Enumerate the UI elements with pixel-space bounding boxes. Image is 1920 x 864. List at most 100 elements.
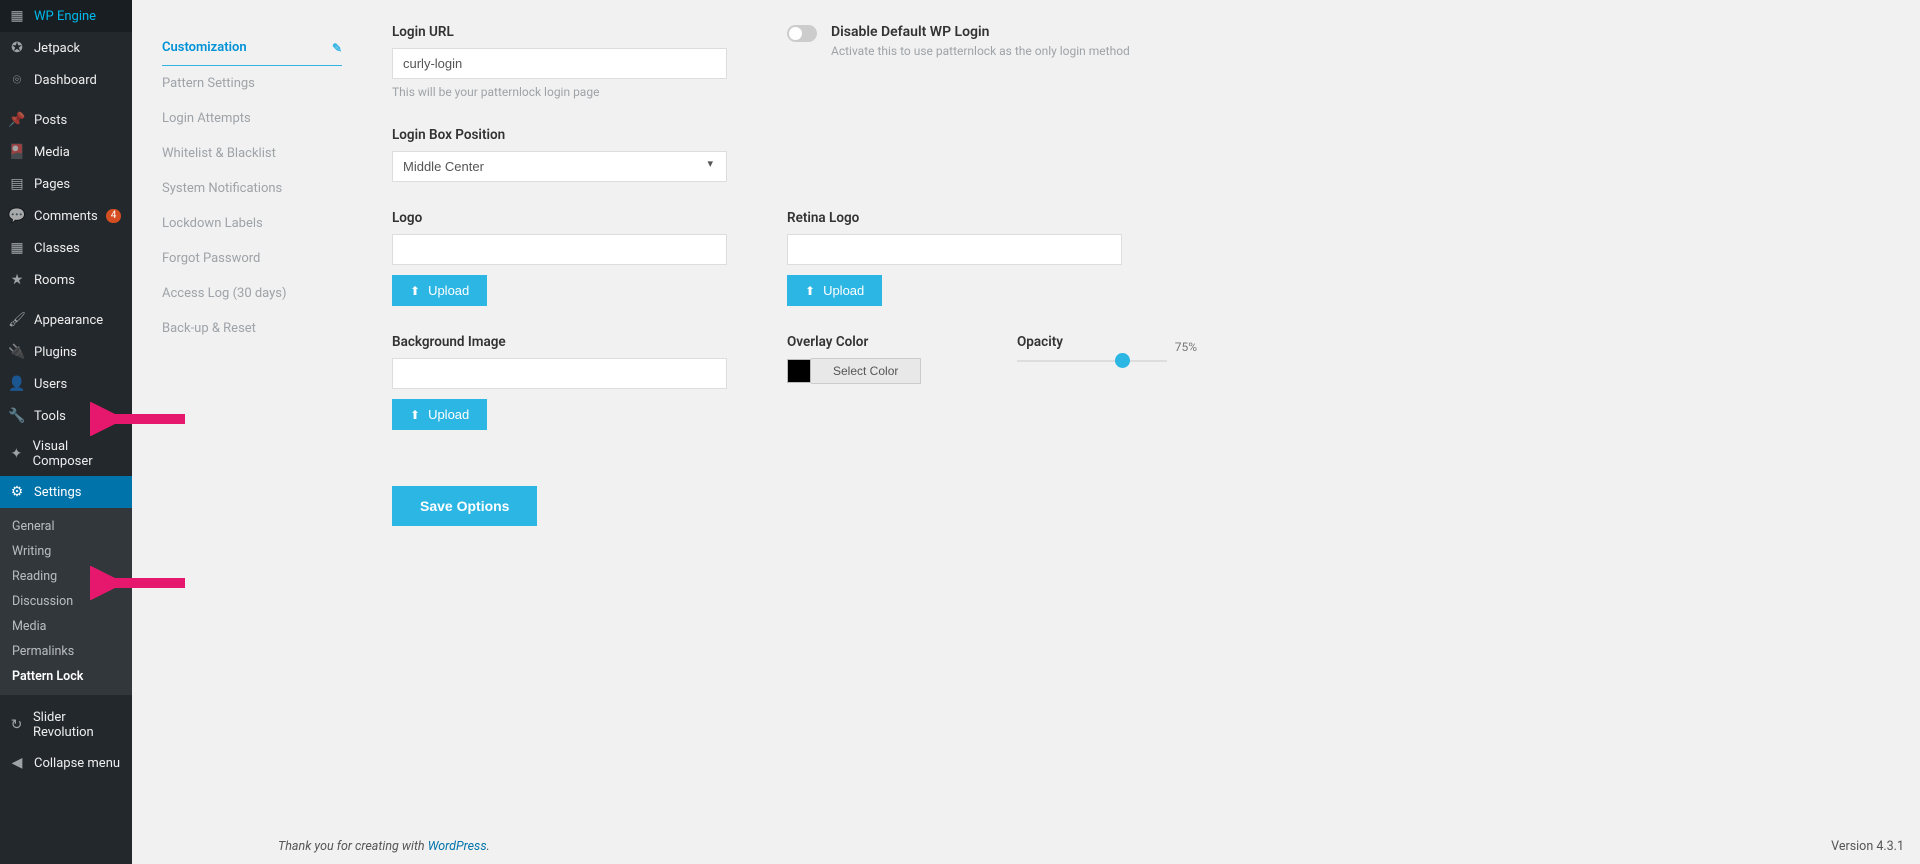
- save-options-button[interactable]: Save Options: [392, 486, 537, 526]
- upload-icon: ⬆: [410, 408, 420, 422]
- tab-system-notifications[interactable]: System Notifications: [162, 171, 342, 206]
- opacity-label: Opacity: [1017, 334, 1197, 350]
- sidebar-item-visualcomposer[interactable]: ✦Visual Composer: [0, 432, 132, 476]
- admin-sidebar: ▦ WP Engine ✪ Jetpack ⌾ Dashboard 📌Posts 🎴 M…: [0, 0, 132, 864]
- refresh-icon: ✪: [8, 39, 26, 57]
- overlay-color-button[interactable]: Select Color: [811, 358, 921, 384]
- submenu-patternlock[interactable]: Pattern Lock: [0, 664, 132, 689]
- sidebar-item-classes[interactable]: ▦ Classes: [0, 232, 132, 264]
- upload-label: Upload: [428, 283, 469, 298]
- sidebar-item-appearance[interactable]: 🖌Appearance: [0, 304, 132, 336]
- sidebar-item-wpengine[interactable]: ▦ WP Engine: [0, 0, 132, 32]
- submenu-permalinks[interactable]: Permalinks: [0, 639, 132, 664]
- retina-logo-upload-button[interactable]: ⬆ Upload: [787, 275, 882, 306]
- sidebar-item-collapse[interactable]: ◀ Collapse menu: [0, 747, 132, 779]
- tab-forgot-password[interactable]: Forgot Password: [162, 241, 342, 276]
- form-panel: Login URL This will be your patternlock …: [342, 0, 1920, 864]
- tab-login-attempts[interactable]: Login Attempts: [162, 101, 342, 136]
- vc-icon: ✦: [8, 445, 25, 463]
- footer-wordpress-link[interactable]: WordPress: [428, 839, 487, 854]
- sidebar-item-label: Tools: [34, 409, 66, 424]
- comment-icon: 💬: [8, 207, 26, 225]
- sidebar-item-label: Jetpack: [34, 41, 80, 56]
- content-area: Customization ✎ Pattern Settings Login A…: [132, 0, 1920, 864]
- opacity-slider-knob[interactable]: [1115, 353, 1130, 368]
- sidebar-item-label: Plugins: [34, 345, 77, 360]
- logo-label: Logo: [392, 210, 727, 226]
- pencil-icon: ✎: [332, 41, 342, 55]
- bg-image-upload-button[interactable]: ⬆ Upload: [392, 399, 487, 430]
- sidebar-item-label: Dashboard: [34, 73, 97, 88]
- tab-customization[interactable]: Customization ✎: [162, 30, 342, 66]
- upload-icon: ⬆: [805, 284, 815, 298]
- sidebar-item-rooms[interactable]: ★ Rooms: [0, 264, 132, 296]
- retina-logo-label: Retina Logo: [787, 210, 1122, 226]
- sidebar-item-media[interactable]: 🎴 Media: [0, 136, 132, 168]
- comments-badge: 4: [106, 209, 122, 223]
- tab-lockdown-labels[interactable]: Lockdown Labels: [162, 206, 342, 241]
- grid-icon: ▦: [8, 7, 26, 25]
- overlay-color-swatch[interactable]: [787, 359, 811, 383]
- tab-pattern-settings[interactable]: Pattern Settings: [162, 66, 342, 101]
- footer-thanks: Thank you for creating with WordPress.: [278, 839, 490, 854]
- footer-version: Version 4.3.1: [1831, 839, 1904, 854]
- sidebar-item-posts[interactable]: 📌Posts: [0, 104, 132, 136]
- sidebar-item-dashboard[interactable]: ⌾ Dashboard: [0, 64, 132, 96]
- sidebar-item-sliderrevolution[interactable]: ↻Slider Revolution: [0, 703, 132, 747]
- sidebar-item-tools[interactable]: 🔧 Tools: [0, 400, 132, 432]
- tab-label: Customization: [162, 40, 247, 55]
- sidebar-item-label: Collapse menu: [34, 756, 120, 771]
- disable-default-login-toggle[interactable]: [787, 25, 817, 42]
- upload-label: Upload: [823, 283, 864, 298]
- pin-icon: 📌: [8, 111, 26, 129]
- sidebar-item-label: Settings: [34, 485, 81, 500]
- plug-icon: 🔌: [8, 343, 26, 361]
- sidebar-item-settings[interactable]: ⚙ Settings: [0, 476, 132, 508]
- submenu-writing[interactable]: Writing: [0, 539, 132, 564]
- sidebar-item-users[interactable]: 👤 Users: [0, 368, 132, 400]
- login-url-hint: This will be your patternlock login page: [392, 85, 727, 99]
- collapse-icon: ◀: [8, 754, 26, 772]
- brush-icon: 🖌: [8, 311, 26, 329]
- submenu-general[interactable]: General: [0, 514, 132, 539]
- bg-image-label: Background Image: [392, 334, 727, 350]
- star-icon: ★: [8, 271, 26, 289]
- sidebar-item-pages[interactable]: ▤ Pages: [0, 168, 132, 200]
- sidebar-item-label: WP Engine: [34, 9, 96, 24]
- submenu-media[interactable]: Media: [0, 614, 132, 639]
- sidebar-item-jetpack[interactable]: ✪ Jetpack: [0, 32, 132, 64]
- page-icon: ▤: [8, 175, 26, 193]
- gauge-icon: ⌾: [8, 71, 26, 89]
- tab-backup-reset[interactable]: Back-up & Reset: [162, 311, 342, 346]
- calendar-icon: ▦: [8, 239, 26, 257]
- opacity-value: 75%: [1175, 340, 1197, 354]
- user-icon: 👤: [8, 375, 26, 393]
- opacity-slider[interactable]: [1017, 360, 1167, 362]
- disable-default-login-label: Disable Default WP Login: [831, 24, 1130, 40]
- logo-upload-button[interactable]: ⬆ Upload: [392, 275, 487, 306]
- logo-input[interactable]: [392, 234, 727, 265]
- sidebar-item-plugins[interactable]: 🔌 Plugins: [0, 336, 132, 368]
- sidebar-item-label: Classes: [34, 241, 80, 256]
- settings-submenu: General Writing Reading Discussion Media…: [0, 508, 132, 695]
- submenu-discussion[interactable]: Discussion: [0, 589, 132, 614]
- sidebar-item-label: Users: [34, 377, 67, 392]
- sidebar-item-label: Slider Revolution: [33, 710, 124, 740]
- sidebar-item-comments[interactable]: 💬Comments4: [0, 200, 132, 232]
- wrench-icon: 🔧: [8, 407, 26, 425]
- media-icon: 🎴: [8, 143, 26, 161]
- login-url-input[interactable]: [392, 48, 727, 79]
- upload-label: Upload: [428, 407, 469, 422]
- sliders-icon: ⚙: [8, 483, 26, 501]
- sidebar-item-label: Rooms: [34, 273, 75, 288]
- tab-access-log[interactable]: Access Log (30 days): [162, 276, 342, 311]
- sidebar-item-label: Media: [34, 145, 70, 160]
- bg-image-input[interactable]: [392, 358, 727, 389]
- tab-whitelist-blacklist[interactable]: Whitelist & Blacklist: [162, 136, 342, 171]
- submenu-reading[interactable]: Reading: [0, 564, 132, 589]
- sidebar-item-label: Pages: [34, 177, 70, 192]
- overlay-color-label: Overlay Color: [787, 334, 957, 350]
- login-box-position-select[interactable]: Middle Center: [392, 151, 727, 182]
- upload-icon: ⬆: [410, 284, 420, 298]
- retina-logo-input[interactable]: [787, 234, 1122, 265]
